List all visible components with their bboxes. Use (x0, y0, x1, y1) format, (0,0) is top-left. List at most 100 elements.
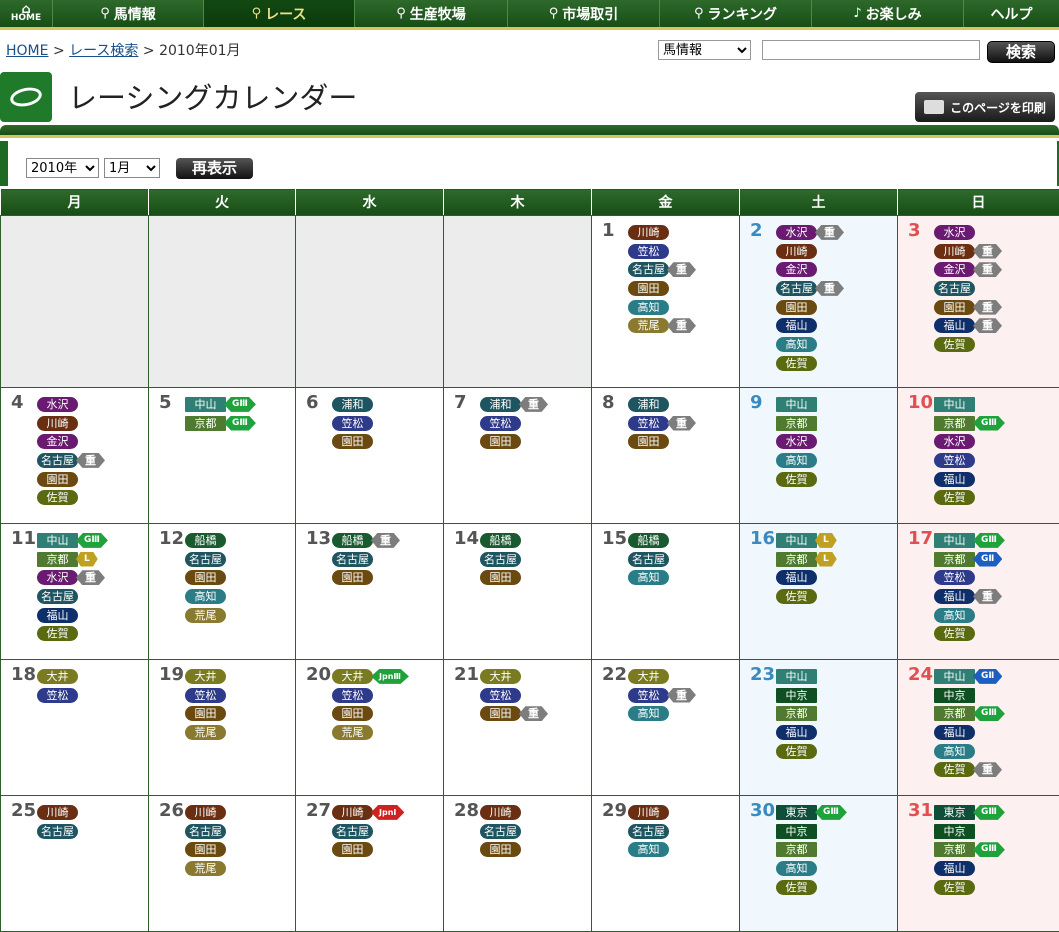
venue-badge[interactable]: 水沢 (934, 225, 975, 240)
listed-badge[interactable]: L (815, 552, 837, 567)
venue-badge[interactable]: 佐賀 (934, 490, 975, 505)
grade3-badge[interactable]: GⅢ (973, 842, 1005, 857)
venue-badge[interactable]: 水沢 (37, 397, 78, 412)
venue-badge[interactable]: 高知 (628, 300, 669, 315)
venue-badge[interactable]: 福山 (934, 472, 975, 487)
heavy-grade-badge[interactable]: 重 (973, 262, 1002, 277)
venue-badge[interactable]: 名古屋 (332, 552, 373, 567)
heavy-grade-badge[interactable]: 重 (667, 416, 696, 431)
venue-badge[interactable]: 川崎 (480, 805, 521, 820)
venue-badge[interactable]: 笠松 (480, 416, 521, 431)
venue-badge[interactable]: 京都 (934, 416, 975, 431)
venue-badge[interactable]: 船橋 (628, 533, 669, 548)
venue-badge[interactable]: 園田 (480, 434, 521, 449)
venue-badge[interactable]: 園田 (628, 434, 669, 449)
venue-badge[interactable]: 高知 (776, 337, 817, 352)
venue-badge[interactable]: 園田 (332, 842, 373, 857)
venue-badge[interactable]: 笠松 (332, 416, 373, 431)
heavy-grade-badge[interactable]: 重 (973, 244, 1002, 259)
heavy-grade-badge[interactable]: 重 (667, 688, 696, 703)
venue-badge[interactable]: 水沢 (776, 225, 817, 240)
venue-badge[interactable]: 名古屋 (628, 262, 669, 277)
venue-badge[interactable]: 福山 (776, 570, 817, 585)
venue-badge[interactable]: 荒尾 (185, 608, 226, 623)
jpn3-badge[interactable]: JpnⅢ (371, 669, 409, 684)
venue-badge[interactable]: 園田 (185, 842, 226, 857)
venue-badge[interactable]: 佐賀 (934, 880, 975, 895)
venue-badge[interactable]: 高知 (628, 570, 669, 585)
venue-badge[interactable]: 佐賀 (37, 490, 78, 505)
breadcrumb-race-search-link[interactable]: レース検索 (69, 43, 138, 59)
venue-badge[interactable]: 笠松 (934, 570, 975, 585)
venue-badge[interactable]: 中京 (934, 688, 975, 703)
venue-badge[interactable]: 笠松 (934, 453, 975, 468)
venue-badge[interactable]: 水沢 (934, 434, 975, 449)
venue-badge[interactable]: 園田 (37, 472, 78, 487)
venue-badge[interactable]: 川崎 (37, 805, 78, 820)
venue-badge[interactable]: 名古屋 (37, 453, 78, 468)
listed-badge[interactable]: L (76, 552, 98, 567)
venue-badge[interactable]: 佐賀 (776, 356, 817, 371)
venue-badge[interactable]: 京都 (934, 842, 975, 857)
venue-badge[interactable]: 中京 (776, 688, 817, 703)
venue-badge[interactable]: 東京 (934, 805, 975, 820)
venue-badge[interactable]: 浦和 (628, 397, 669, 412)
heavy-grade-badge[interactable]: 重 (76, 570, 105, 585)
venue-badge[interactable]: 高知 (934, 744, 975, 759)
venue-badge[interactable]: 京都 (776, 706, 817, 721)
grade2-badge[interactable]: GⅡ (973, 669, 1002, 684)
listed-badge[interactable]: L (815, 533, 837, 548)
nav-item[interactable]: ⌂HOME (0, 0, 52, 27)
venue-badge[interactable]: 佐賀 (934, 626, 975, 641)
venue-badge[interactable]: 中山 (776, 397, 817, 412)
venue-badge[interactable]: 笠松 (628, 688, 669, 703)
heavy-grade-badge[interactable]: 重 (76, 453, 105, 468)
venue-badge[interactable]: 福山 (934, 318, 975, 333)
venue-badge[interactable]: 名古屋 (776, 281, 817, 296)
venue-badge[interactable]: 名古屋 (628, 552, 669, 567)
venue-badge[interactable]: 中京 (776, 824, 817, 839)
venue-badge[interactable]: 大井 (185, 669, 226, 684)
venue-badge[interactable]: 川崎 (185, 805, 226, 820)
venue-badge[interactable]: 大井 (480, 669, 521, 684)
venue-badge[interactable]: 京都 (776, 416, 817, 431)
venue-badge[interactable]: 金沢 (37, 434, 78, 449)
venue-badge[interactable]: 京都 (934, 706, 975, 721)
venue-badge[interactable]: 福山 (934, 725, 975, 740)
venue-badge[interactable]: 福山 (776, 725, 817, 740)
venue-badge[interactable]: 園田 (934, 300, 975, 315)
nav-item[interactable]: ⚲馬情報 (52, 0, 203, 27)
venue-badge[interactable]: 園田 (480, 706, 521, 721)
venue-badge[interactable]: 京都 (37, 552, 78, 567)
venue-badge[interactable]: 水沢 (776, 434, 817, 449)
venue-badge[interactable]: 名古屋 (628, 824, 669, 839)
print-page-button[interactable]: このページを印刷 (915, 92, 1055, 122)
heavy-grade-badge[interactable]: 重 (519, 397, 548, 412)
heavy-grade-badge[interactable]: 重 (973, 318, 1002, 333)
venue-badge[interactable]: 船橋 (332, 533, 373, 548)
grade3-badge[interactable]: GⅢ (973, 416, 1005, 431)
venue-badge[interactable]: 高知 (934, 608, 975, 623)
venue-badge[interactable]: 園田 (332, 434, 373, 449)
venue-badge[interactable]: 中京 (934, 824, 975, 839)
venue-badge[interactable]: 船橋 (185, 533, 226, 548)
venue-badge[interactable]: 中山 (934, 533, 975, 548)
search-button[interactable]: 検索 (987, 41, 1055, 63)
venue-badge[interactable]: 川崎 (776, 244, 817, 259)
venue-badge[interactable]: 福山 (934, 589, 975, 604)
venue-badge[interactable]: 福山 (37, 608, 78, 623)
venue-badge[interactable]: 名古屋 (332, 824, 373, 839)
venue-badge[interactable]: 中山 (934, 397, 975, 412)
venue-badge[interactable]: 荒尾 (332, 725, 373, 740)
venue-badge[interactable]: 名古屋 (480, 552, 521, 567)
venue-badge[interactable]: 笠松 (628, 416, 669, 431)
venue-badge[interactable]: 中山 (776, 669, 817, 684)
breadcrumb-home-link[interactable]: HOME (6, 43, 48, 59)
venue-badge[interactable]: 川崎 (37, 416, 78, 431)
nav-item[interactable]: ⚲レース (203, 0, 354, 27)
nav-item[interactable]: ⚲生産牧場 (354, 0, 507, 27)
venue-badge[interactable]: 佐賀 (776, 472, 817, 487)
venue-badge[interactable]: 荒尾 (185, 725, 226, 740)
venue-badge[interactable]: 川崎 (628, 805, 669, 820)
venue-badge[interactable]: 佐賀 (776, 744, 817, 759)
